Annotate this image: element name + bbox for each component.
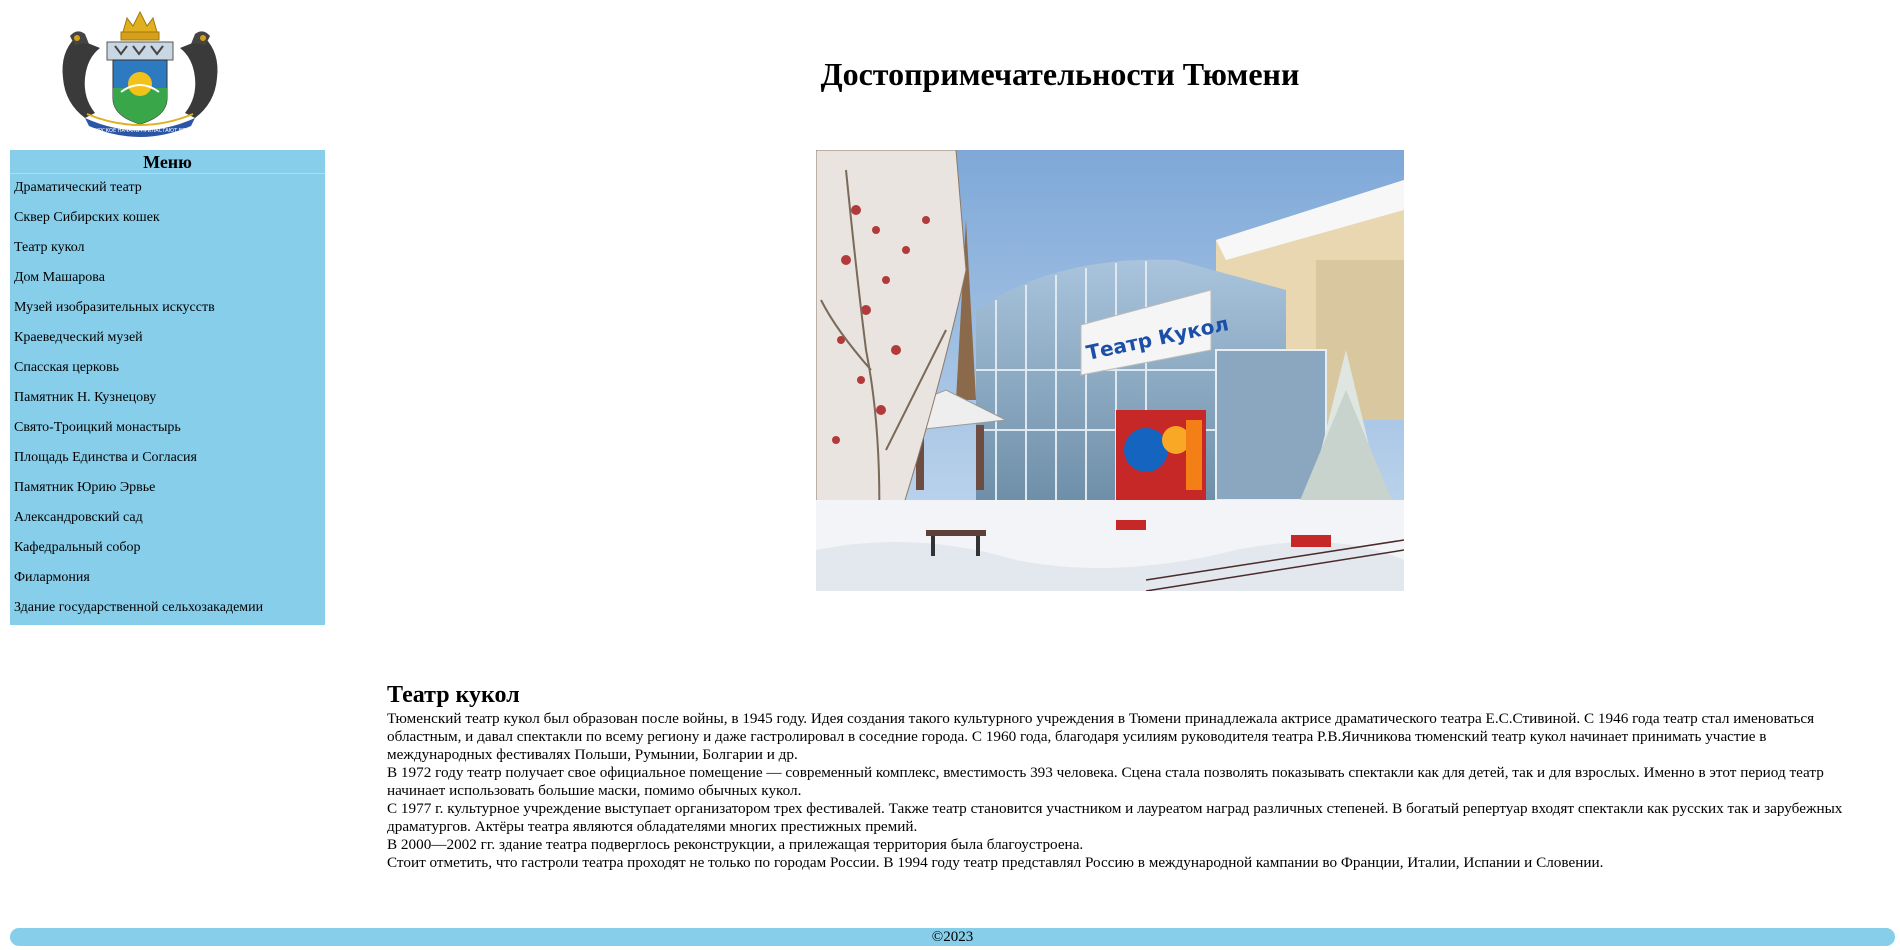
menu-item-cathedral[interactable]: Кафедральный собор: [10, 534, 325, 564]
article-paragraph: В 2000—2002 гг. здание театра подверглос…: [387, 836, 1084, 853]
menu-item-trinity-monastery[interactable]: Свято-Троицкий монастырь: [10, 414, 325, 444]
logo-ribbon-text: СИБИРСКОЕ НАЧАЛО ПРИЛАСТАЮТ ВЕДЕТ: [85, 128, 197, 134]
article-paragraph: Тюменский театр кукол был образован посл…: [387, 710, 1815, 763]
footer: ©2023: [10, 928, 1895, 946]
menu-item-local-history-museum[interactable]: Краеведческий музей: [10, 324, 325, 354]
menu-item-agricultural-academy[interactable]: Здание государственной сельхозакадемии: [10, 594, 325, 624]
menu-item-ervie-monument[interactable]: Памятник Юрию Эрвье: [10, 474, 325, 504]
page-title: Достопримечательности Тюмени: [820, 56, 1300, 92]
page: СИБИРСКОЕ НАЧАЛО ПРИЛАСТАЮТ ВЕДЕТ Достоп…: [0, 0, 1900, 950]
coat-of-arms-logo: СИБИРСКОЕ НАЧАЛО ПРИЛАСТАЮТ ВЕДЕТ: [55, 8, 225, 138]
tyumen-coat-of-arms-icon: СИБИРСКОЕ НАЧАЛО ПРИЛАСТАЮТ ВЕДЕТ: [62, 10, 218, 137]
article-title: Театр кукол: [387, 682, 520, 708]
article: Театр кукол Тюменский театр кукол был об…: [387, 680, 1857, 872]
menu-item-siberian-cats-square[interactable]: Сквер Сибирских кошек: [10, 204, 325, 234]
menu-item-drama-theatre[interactable]: Драматический театр: [10, 174, 325, 204]
menu-item-unity-square[interactable]: Площадь Единства и Согласия: [10, 444, 325, 474]
article-paragraph: В 1972 году театр получает свое официаль…: [387, 764, 1824, 799]
menu-item-philharmonic[interactable]: Филармония: [10, 564, 325, 594]
article-body: Тюменский театр кукол был образован посл…: [387, 710, 1857, 872]
menu-item-spasskaya-church[interactable]: Спасская церковь: [10, 354, 325, 384]
puppet-theatre-photo: Театр Кукол: [816, 150, 1404, 591]
menu-list: Драматический театр Сквер Сибирских коше…: [10, 174, 325, 624]
menu-title: Меню: [10, 150, 325, 174]
menu-item-puppet-theatre[interactable]: Театр кукол: [10, 234, 325, 264]
menu-item-kuznetsov-monument[interactable]: Памятник Н. Кузнецову: [10, 384, 325, 414]
article-paragraph: Стоит отметить, что гастроли театра прох…: [387, 854, 1604, 871]
article-paragraph: С 1977 г. культурное учреждение выступае…: [387, 800, 1843, 835]
menu-item-masharov-house[interactable]: Дом Машарова: [10, 264, 325, 294]
menu-item-fine-arts-museum[interactable]: Музей изобразительных искусств: [10, 294, 325, 324]
sidebar-menu: Меню Драматический театр Сквер Сибирских…: [10, 150, 325, 625]
menu-item-alexandrovsky-garden[interactable]: Александровский сад: [10, 504, 325, 534]
